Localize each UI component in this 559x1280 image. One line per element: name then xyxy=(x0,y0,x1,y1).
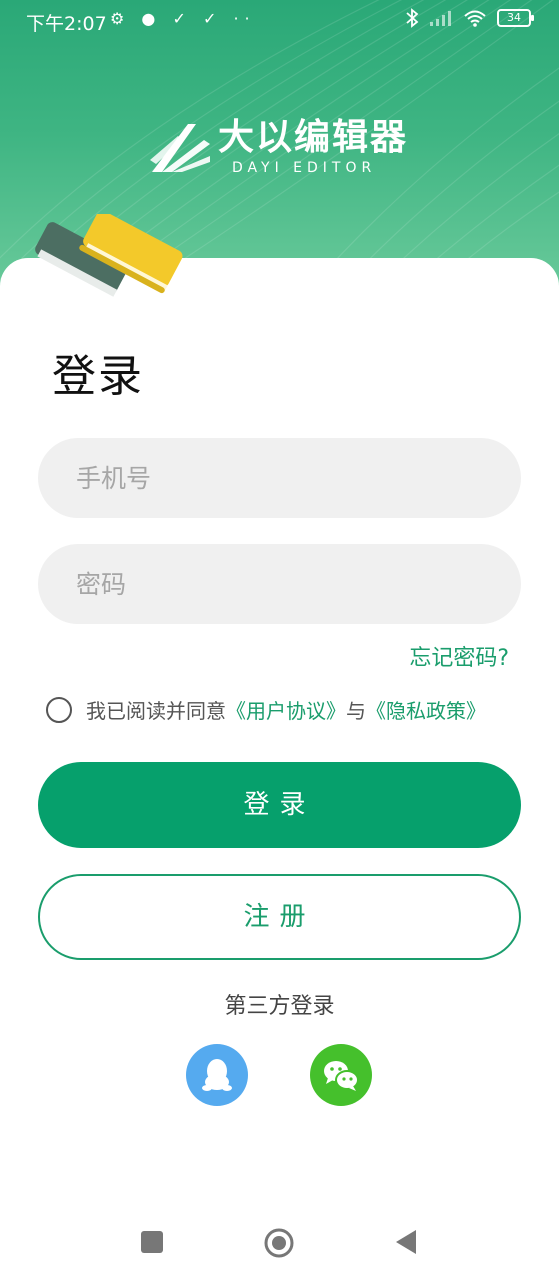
status-time: 下午2:07 xyxy=(26,13,107,35)
user-agreement-link[interactable]: 《用户协议》 xyxy=(226,695,346,724)
home-icon[interactable] xyxy=(263,1227,295,1259)
agree-radio[interactable] xyxy=(46,696,72,723)
wechat-icon xyxy=(324,1061,359,1091)
wifi-icon xyxy=(464,10,486,27)
qq-login-button[interactable] xyxy=(186,1044,248,1106)
signal-icon xyxy=(430,11,451,26)
system-nav-bar xyxy=(0,1210,559,1280)
password-input[interactable] xyxy=(38,544,521,624)
privacy-policy-link[interactable]: 《隐私政策》 xyxy=(366,695,486,724)
qq-icon xyxy=(202,1059,232,1091)
page-title: 登录 xyxy=(52,351,144,402)
logo-mark-icon xyxy=(150,124,210,172)
login-button[interactable]: 登录 xyxy=(38,762,521,848)
back-icon[interactable] xyxy=(394,1229,418,1255)
brand-logo: 大以编辑器 DAYI EDITOR xyxy=(148,118,408,180)
forgot-password-link[interactable]: 忘记密码? xyxy=(409,640,509,672)
agree-prefix: 我已阅读并同意 xyxy=(86,699,226,723)
brand-name: 大以编辑器 xyxy=(218,117,409,158)
wechat-login-button[interactable] xyxy=(310,1044,372,1106)
status-bar: 下午2:07 ⚙ ● ✓ ✓ ·· 34 xyxy=(0,0,559,42)
bluetooth-icon xyxy=(406,8,419,28)
status-right-icons: 34 xyxy=(405,8,534,28)
brand-subtitle: DAYI EDITOR xyxy=(232,160,377,176)
register-button[interactable]: 注册 xyxy=(38,874,521,960)
battery-icon: 34 xyxy=(497,9,534,27)
phone-input[interactable] xyxy=(38,438,521,518)
notification-icons: ⚙ ● ✓ ✓ ·· xyxy=(110,9,256,28)
third-party-login-label: 第三方登录 xyxy=(224,994,335,1019)
agree-and: 与 xyxy=(346,699,366,723)
books-icon xyxy=(35,214,183,297)
recents-icon[interactable] xyxy=(140,1230,164,1254)
agreement-row: 我已阅读并同意 《用户协议》 与 《隐私政策》 xyxy=(46,695,486,724)
